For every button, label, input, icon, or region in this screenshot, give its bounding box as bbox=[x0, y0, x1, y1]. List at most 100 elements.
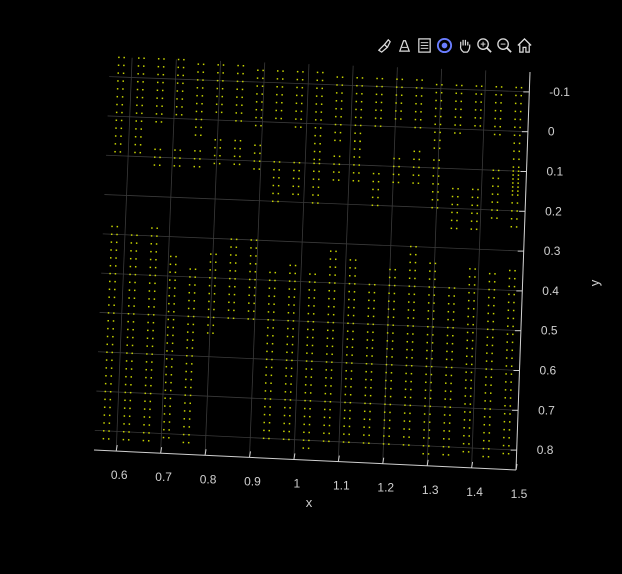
data-point bbox=[314, 281, 316, 283]
data-point bbox=[187, 315, 190, 318]
data-point bbox=[194, 284, 196, 286]
data-point bbox=[412, 166, 415, 168]
data-point bbox=[307, 312, 310, 315]
data-point bbox=[494, 273, 496, 275]
data-point bbox=[392, 173, 395, 176]
data-point bbox=[134, 143, 137, 146]
data-point bbox=[215, 261, 217, 263]
data-point bbox=[157, 58, 160, 60]
data-point bbox=[328, 289, 330, 292]
data-point bbox=[489, 400, 492, 402]
data-point bbox=[343, 425, 345, 427]
data-point bbox=[380, 109, 382, 112]
data-point bbox=[274, 271, 277, 274]
data-point bbox=[328, 432, 330, 435]
data-point bbox=[235, 254, 237, 256]
data-point bbox=[308, 297, 310, 299]
data-point bbox=[193, 300, 196, 302]
data-point bbox=[188, 418, 191, 420]
data-point bbox=[474, 109, 477, 111]
data-point bbox=[440, 91, 443, 94]
data-point bbox=[492, 312, 495, 315]
data-point bbox=[506, 349, 508, 351]
data-point bbox=[389, 411, 391, 414]
data-point bbox=[109, 390, 112, 393]
data-point bbox=[474, 117, 477, 119]
data-point bbox=[323, 432, 325, 434]
data-point bbox=[403, 428, 405, 430]
data-point bbox=[265, 366, 268, 368]
data-point bbox=[448, 287, 450, 289]
data-point bbox=[486, 336, 489, 339]
data-point bbox=[260, 109, 263, 111]
data-point bbox=[423, 421, 426, 423]
data-point bbox=[228, 293, 230, 296]
data-point bbox=[366, 339, 369, 341]
data-point bbox=[467, 451, 470, 453]
data-point bbox=[381, 93, 383, 96]
y-tick-label: 0.2 bbox=[545, 204, 562, 218]
data-point bbox=[291, 359, 293, 362]
data-point bbox=[255, 108, 258, 111]
data-point bbox=[346, 346, 348, 348]
data-point bbox=[233, 301, 235, 304]
data-point bbox=[174, 279, 176, 282]
data-point bbox=[453, 295, 455, 297]
data-point bbox=[433, 159, 435, 161]
data-point bbox=[438, 159, 440, 161]
data-point bbox=[500, 110, 502, 112]
data-point bbox=[463, 411, 466, 413]
data-point bbox=[491, 193, 494, 195]
data-point bbox=[122, 72, 125, 75]
data-point bbox=[217, 71, 219, 74]
data-point bbox=[353, 164, 355, 166]
data-point bbox=[272, 176, 275, 179]
data-point bbox=[401, 78, 404, 81]
data-point bbox=[446, 342, 448, 345]
data-point bbox=[510, 389, 512, 391]
data-point bbox=[114, 150, 116, 153]
data-point bbox=[194, 268, 197, 271]
data-point bbox=[295, 110, 297, 112]
data-point bbox=[207, 308, 210, 311]
data-point bbox=[277, 192, 280, 195]
data-point bbox=[510, 373, 513, 375]
data-point bbox=[420, 111, 422, 113]
data-point bbox=[490, 376, 493, 379]
data-point bbox=[136, 234, 138, 237]
data-point bbox=[355, 108, 357, 111]
data-point bbox=[183, 58, 185, 61]
data-point bbox=[295, 118, 297, 120]
data-point bbox=[129, 407, 131, 410]
data-point bbox=[128, 281, 131, 284]
data-point bbox=[240, 120, 243, 122]
data-point bbox=[273, 311, 275, 313]
data-point bbox=[289, 415, 291, 417]
data-point bbox=[430, 389, 432, 392]
data-point bbox=[148, 290, 151, 292]
x-tick-label: 1.2 bbox=[377, 481, 394, 495]
data-point bbox=[334, 282, 336, 284]
data-point bbox=[163, 413, 166, 415]
data-point bbox=[108, 430, 110, 432]
data-point bbox=[264, 390, 267, 392]
y-grid-line bbox=[109, 76, 530, 93]
scatter-plot-3d[interactable]: 0.6 0.7 0.8 0.9 1 1.1 1.2 1.3 1.4 1.5 -0.100.10.2… bbox=[0, 0, 622, 574]
data-point bbox=[509, 405, 512, 407]
data-point bbox=[107, 438, 110, 440]
data-point bbox=[271, 342, 274, 345]
data-point bbox=[259, 144, 262, 147]
data-point bbox=[360, 108, 363, 111]
data-point bbox=[292, 177, 295, 180]
data-point bbox=[341, 92, 343, 94]
data-point bbox=[479, 125, 482, 127]
data-point bbox=[489, 416, 491, 418]
data-point bbox=[346, 338, 349, 340]
data-point bbox=[397, 181, 400, 184]
data-point bbox=[443, 430, 445, 432]
data-point bbox=[139, 151, 142, 154]
data-point bbox=[508, 445, 510, 447]
data-point bbox=[150, 235, 153, 237]
data-point bbox=[272, 184, 275, 187]
data-point bbox=[365, 370, 367, 373]
